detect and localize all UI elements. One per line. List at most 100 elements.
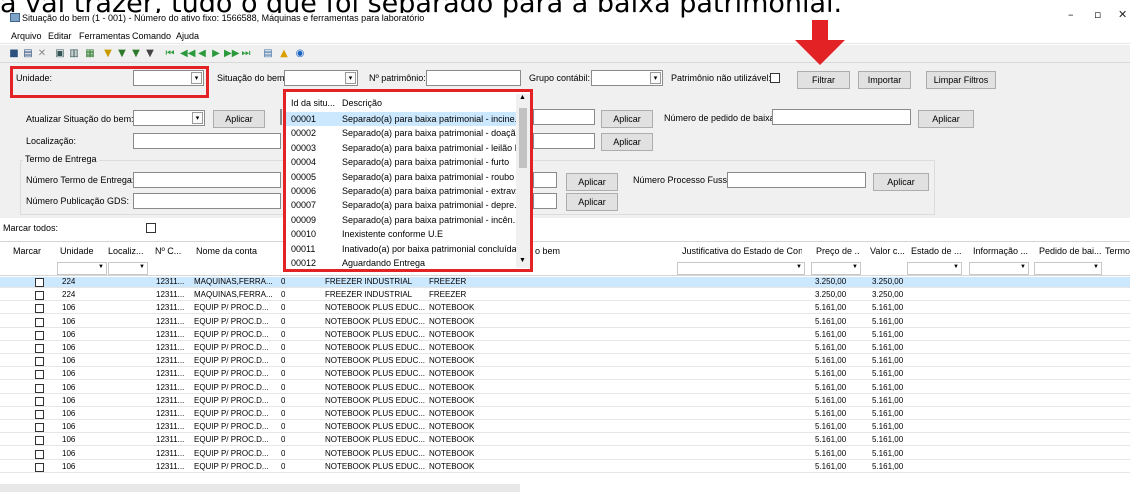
publicacao-input[interactable] xyxy=(133,193,281,209)
termo-numero-input[interactable] xyxy=(133,172,281,188)
table-row[interactable]: 106 12311... EQUIP P/ PROC.D... 0 NOTEBOOK P… xyxy=(0,409,1130,420)
row-checkbox[interactable] xyxy=(35,344,44,353)
filter-clear-icon[interactable]: ▼ xyxy=(144,48,156,60)
col-unidade[interactable]: Unidade xyxy=(60,246,100,256)
row-checkbox[interactable] xyxy=(35,462,44,472)
table-row[interactable]: 106 12311... EQUIP P/ PROC.D... 0 NOTEBOOK P… xyxy=(0,449,1130,460)
col-localizacao[interactable]: Localiz... xyxy=(108,246,148,256)
dropdown-option[interactable]: 00002 Separado(a) para baixa patrimonial … xyxy=(286,126,521,140)
warning-icon[interactable]: ▲ xyxy=(278,48,290,60)
termo-extra-input[interactable] xyxy=(533,172,557,188)
dropdown-option[interactable]: 00010 Inexistente conforme U.E xyxy=(286,227,516,241)
row-checkbox[interactable] xyxy=(35,370,44,380)
row-checkbox[interactable] xyxy=(35,357,44,367)
atualizar-extra-input[interactable] xyxy=(280,109,282,125)
unidade-filter[interactable]: ▼ xyxy=(57,262,107,275)
importar-button[interactable]: Importar xyxy=(858,71,911,89)
localizacao-input[interactable] xyxy=(133,133,281,149)
col-termo[interactable]: Termo xyxy=(1105,246,1130,256)
help-icon[interactable]: ◉ xyxy=(294,48,306,60)
table-row[interactable]: 106 12311... EQUIP P/ PROC.D... 0 NOTEBOOK P… xyxy=(0,303,1130,315)
dropdown-option[interactable]: 00012 Aguardando Entrega xyxy=(286,256,516,270)
first-icon[interactable]: ⏮ xyxy=(164,48,176,60)
aplicar-termo-button[interactable]: Aplicar xyxy=(566,173,618,191)
scroll-thumb[interactable] xyxy=(519,108,527,168)
aplicar-processo-button[interactable]: Aplicar xyxy=(873,173,929,191)
row-checkbox[interactable] xyxy=(35,304,44,314)
table-row[interactable]: 106 12311... EQUIP P/ PROC.D... 0 NOTEBOOK P… xyxy=(0,317,1130,328)
table-row[interactable]: 106 12311... EQUIP P/ PROC.D... 0 NOTEBOOK P… xyxy=(0,462,1130,473)
row-checkbox[interactable] xyxy=(35,449,44,459)
export-icon[interactable]: ▦ xyxy=(84,48,96,60)
dropdown-option[interactable]: 00004 Separado(a) para baixa patrimonial … xyxy=(286,155,516,169)
pedido-filter[interactable]: ▼ xyxy=(1034,262,1102,275)
last-icon[interactable]: ⏭ xyxy=(240,48,252,60)
prev-icon[interactable]: ◀ xyxy=(196,48,208,60)
filter-add-icon[interactable]: ▼ xyxy=(130,48,142,60)
col-justificativa[interactable]: Justificativa do Estado de Con... xyxy=(682,246,802,256)
menu-editar[interactable]: Editar xyxy=(48,31,72,41)
col-valor[interactable]: Valor c... xyxy=(870,246,910,256)
aplicar-situacao-button[interactable]: Aplicar xyxy=(213,110,265,128)
table-row[interactable]: 224 12311... MAQUINAS,FERRA... 0 FREEZER IND… xyxy=(0,277,1130,288)
document-icon[interactable]: ▤ xyxy=(262,48,274,60)
patrimonio-input[interactable] xyxy=(426,70,521,86)
dropdown-option[interactable]: 00007 Separado(a) para baixa patrimonial … xyxy=(286,198,522,212)
menu-comando[interactable]: Comando xyxy=(132,31,171,41)
chevron-down-icon[interactable]: ▾ xyxy=(345,72,356,84)
col-nome-conta[interactable]: Nome da conta xyxy=(196,246,276,256)
table-row[interactable]: 106 12311... EQUIP P/ PROC.D... 0 NOTEBOOK P… xyxy=(0,435,1130,447)
filter-edit-icon[interactable]: ▼ xyxy=(116,48,128,60)
delete-icon[interactable]: ✕ xyxy=(36,48,48,60)
col-marcar[interactable]: Marcar xyxy=(13,246,51,256)
chevron-down-icon[interactable]: ▾ xyxy=(192,112,203,124)
processo-input[interactable] xyxy=(727,172,866,188)
limpar-filtros-button[interactable]: Limpar Filtros xyxy=(926,71,996,89)
filtrar-button[interactable]: Filtrar xyxy=(797,71,850,89)
horizontal-scrollbar[interactable] xyxy=(0,484,520,492)
table-row[interactable]: 106 12311... EQUIP P/ PROC.D... 0 NOTEBOOK P… xyxy=(0,343,1130,354)
table-row[interactable]: 224 12311... MAQUINAS,FERRA... 0 FREEZER IND… xyxy=(0,290,1130,302)
chevron-down-icon[interactable]: ▾ xyxy=(650,72,661,84)
table-row[interactable]: 106 12311... EQUIP P/ PROC.D... 0 NOTEBOOK P… xyxy=(0,356,1130,368)
next-icon[interactable]: ▶ xyxy=(210,48,222,60)
pedido-baixa-input[interactable] xyxy=(772,109,911,125)
table-row[interactable]: 106 12311... EQUIP P/ PROC.D... 0 NOTEBOOK P… xyxy=(0,396,1130,407)
close-button[interactable]: ✕ xyxy=(1118,8,1127,21)
row-checkbox[interactable] xyxy=(35,423,44,433)
row-checkbox[interactable] xyxy=(35,330,44,340)
col-pedido[interactable]: Pedido de bai... xyxy=(1039,246,1105,256)
row-checkbox[interactable] xyxy=(35,410,44,419)
scroll-up-icon[interactable]: ▲ xyxy=(519,94,526,101)
print-preview-icon[interactable]: ▥ xyxy=(68,48,80,60)
localizacao-extra-input[interactable] xyxy=(533,133,595,149)
row-checkbox[interactable] xyxy=(35,317,44,327)
row-checkbox[interactable] xyxy=(35,278,44,287)
scroll-down-icon[interactable]: ▼ xyxy=(519,257,526,264)
publicacao-extra-input[interactable] xyxy=(533,193,557,209)
grupo-combo[interactable]: ▾ xyxy=(591,70,663,86)
col-bem[interactable]: o bem xyxy=(535,246,595,256)
print-icon[interactable]: ▣ xyxy=(54,48,66,60)
menu-arquivo[interactable]: Arquivo xyxy=(11,31,42,41)
marcar-todos-checkbox[interactable] xyxy=(146,223,156,233)
table-row[interactable]: 106 12311... EQUIP P/ PROC.D... 0 NOTEBOOK P… xyxy=(0,369,1130,381)
col-nc[interactable]: Nº C... xyxy=(155,246,185,256)
menu-ferramentas[interactable]: Ferramentas xyxy=(79,31,130,41)
col-preco[interactable]: Preço de ... xyxy=(816,246,860,256)
row2-input[interactable] xyxy=(533,109,595,125)
col-informacao[interactable]: Informação ... xyxy=(973,246,1031,256)
menu-ajuda[interactable]: Ajuda xyxy=(176,31,199,41)
dropdown-option[interactable]: 00003 Separado(a) para baixa patrimonial … xyxy=(286,141,517,155)
situacao-combo[interactable]: ▾ xyxy=(284,70,358,86)
aplicar-publicacao-button[interactable]: Aplicar xyxy=(566,193,618,211)
aplicar-row2-button[interactable]: Aplicar xyxy=(601,110,653,128)
table-row[interactable]: 106 12311... EQUIP P/ PROC.D... 0 NOTEBOOK P… xyxy=(0,422,1130,434)
dropdown-option[interactable]: 00009 Separado(a) para baixa patrimonial … xyxy=(286,213,520,227)
col-estado[interactable]: Estado de ... xyxy=(911,246,963,256)
row-checkbox[interactable] xyxy=(35,436,44,446)
row-checkbox[interactable] xyxy=(35,291,44,301)
save-as-icon[interactable]: ▤ xyxy=(22,48,34,60)
localizacao-filter[interactable]: ▼ xyxy=(108,262,148,275)
atualizar-combo[interactable]: ▾ xyxy=(133,110,205,126)
